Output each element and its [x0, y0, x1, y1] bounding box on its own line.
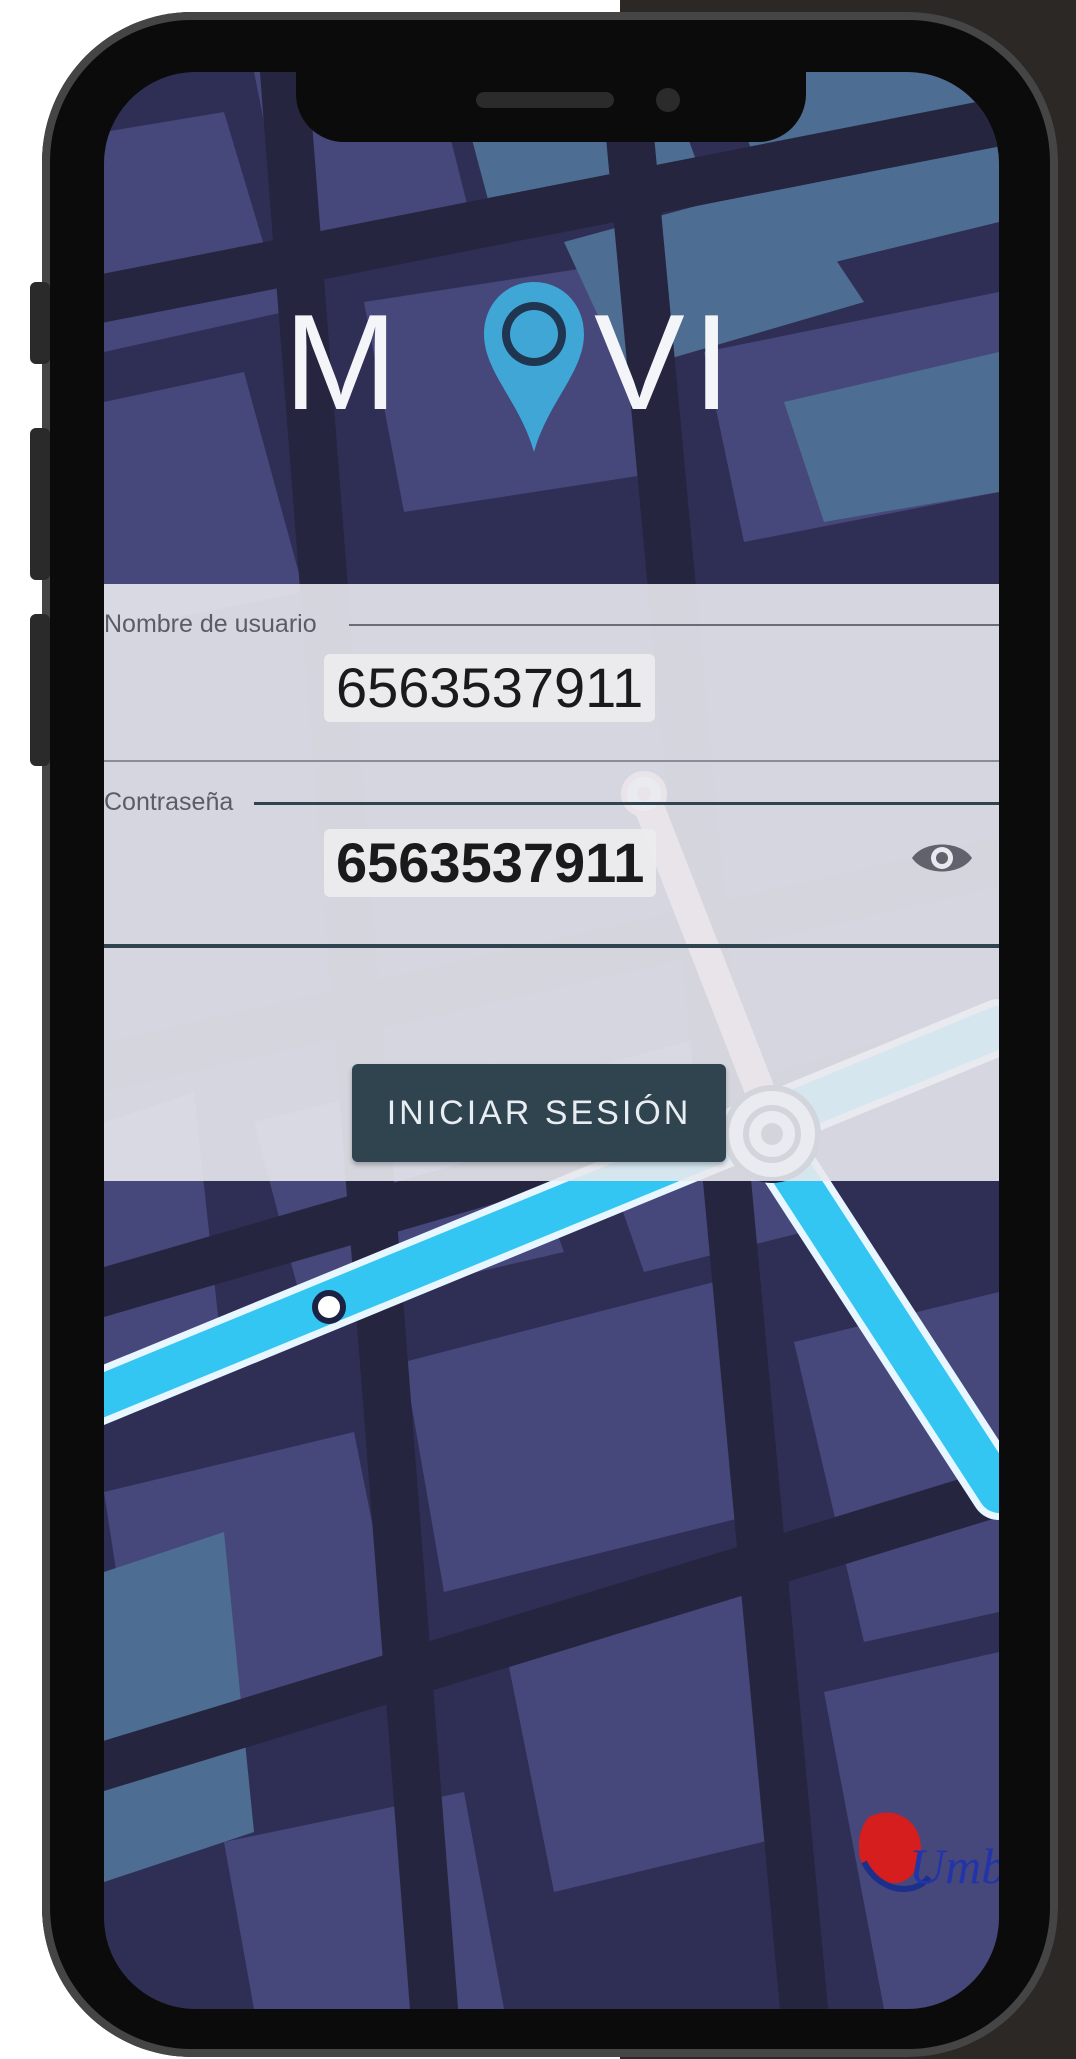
side-button-mute: [30, 282, 50, 364]
password-label: Contraseña: [104, 788, 234, 816]
login-form: Nombre de usuario 6563537911 Contraseña …: [104, 584, 999, 1181]
username-label: Nombre de usuario: [104, 610, 317, 638]
front-camera: [656, 88, 680, 112]
username-underline: [104, 760, 999, 762]
username-input[interactable]: 6563537911: [324, 654, 656, 722]
app-screen: M VI Nombre de usuario 6563537911 Contra…: [104, 72, 999, 2009]
phone-notch: [296, 72, 806, 142]
speaker-grille: [476, 92, 614, 108]
app-logo: M VI: [104, 282, 999, 462]
password-label-line: [254, 802, 999, 805]
password-underline: [104, 944, 999, 948]
partner-logo-text: Umb: [909, 1838, 999, 1894]
location-pin-icon: [484, 282, 584, 452]
password-input[interactable]: 6563537911: [324, 829, 657, 897]
partner-logo: Umb: [859, 1807, 999, 1907]
side-button-volume-up: [30, 428, 50, 580]
eye-icon[interactable]: [910, 838, 974, 878]
login-button[interactable]: INICIAR SESIÓN: [352, 1064, 726, 1162]
username-label-line: [349, 624, 999, 626]
logo-letter-m: M: [284, 286, 406, 438]
side-button-volume-down: [30, 614, 50, 766]
logo-letters-vi: VI: [594, 286, 739, 438]
